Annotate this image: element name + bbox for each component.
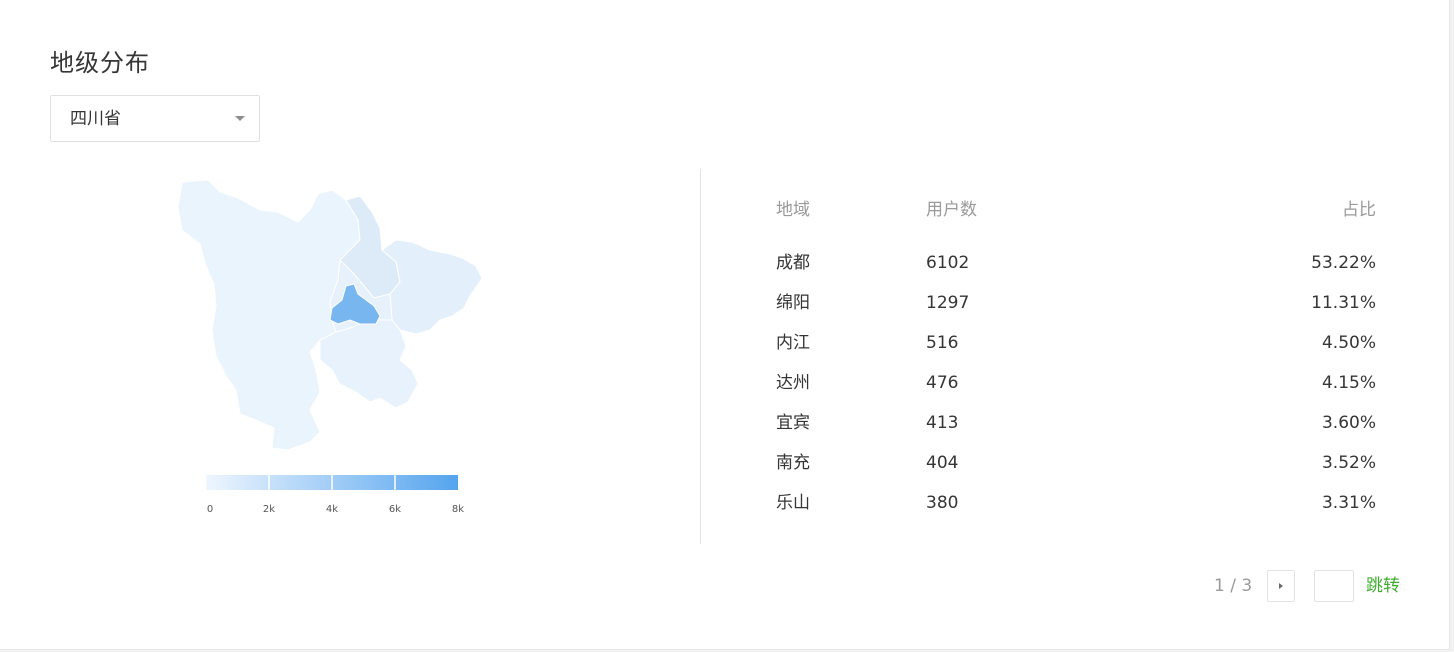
cell-region: 内江 bbox=[776, 333, 810, 353]
cell-pct: 11.31% bbox=[1311, 293, 1376, 313]
header-users: 用户数 bbox=[926, 200, 977, 220]
cell-region: 达州 bbox=[776, 373, 810, 393]
vertical-divider bbox=[700, 169, 701, 544]
cell-region: 南充 bbox=[776, 453, 810, 473]
jump-link[interactable]: 跳转 bbox=[1366, 574, 1400, 598]
pagination: 1 / 3 跳转 bbox=[1200, 570, 1410, 602]
legend-tick-label: 8k bbox=[452, 504, 464, 515]
map-region-southeast[interactable] bbox=[319, 319, 419, 409]
table-row: 南充 404 3.52% bbox=[776, 451, 1376, 491]
header-pct: 占比 bbox=[1342, 200, 1376, 220]
next-page-button[interactable] bbox=[1267, 570, 1295, 602]
cell-region: 绵阳 bbox=[776, 293, 810, 313]
province-map-svg bbox=[177, 179, 483, 451]
cell-pct: 4.50% bbox=[1321, 333, 1376, 353]
table-row: 宜宾 413 3.60% bbox=[776, 411, 1376, 451]
table-row: 绵阳 1297 11.31% bbox=[776, 291, 1376, 331]
table-body: 成都 6102 53.22% 绵阳 1297 11.31% 内江 516 4.5… bbox=[776, 251, 1376, 531]
cell-pct: 53.22% bbox=[1311, 253, 1376, 273]
page-indicator: 1 / 3 bbox=[1214, 576, 1253, 596]
map-legend: 0 2k 4k 6k 8k bbox=[200, 470, 470, 520]
cell-region: 宜宾 bbox=[776, 413, 810, 433]
cell-users: 380 bbox=[926, 493, 959, 513]
cell-users: 516 bbox=[926, 333, 959, 353]
legend-tick-label: 2k bbox=[263, 504, 275, 515]
cell-region: 成都 bbox=[776, 253, 810, 273]
cell-pct: 4.15% bbox=[1321, 373, 1376, 393]
cell-pct: 3.31% bbox=[1321, 493, 1376, 513]
cell-users: 476 bbox=[926, 373, 959, 393]
legend-svg: 0 2k 4k 6k 8k bbox=[206, 475, 464, 515]
header-region: 地域 bbox=[776, 200, 810, 220]
province-map bbox=[160, 170, 500, 470]
province-select-value: 四川省 bbox=[70, 109, 121, 129]
region-distribution-card: 地级分布 四川省 0 2k 4k 6k 8k 地域 用户数 占比 成都 6102… bbox=[0, 0, 1450, 650]
table-row: 乐山 380 3.31% bbox=[776, 491, 1376, 531]
legend-tick-label: 0 bbox=[207, 504, 213, 515]
cell-pct: 3.52% bbox=[1321, 453, 1376, 473]
map-region-east[interactable] bbox=[381, 239, 483, 335]
legend-tick-label: 6k bbox=[389, 504, 401, 515]
chevron-down-icon bbox=[235, 116, 245, 121]
legend-tick-label: 4k bbox=[326, 504, 338, 515]
table-header: 地域 用户数 占比 bbox=[776, 195, 1376, 220]
cell-users: 1297 bbox=[926, 293, 970, 313]
cell-users: 413 bbox=[926, 413, 959, 433]
section-title: 地级分布 bbox=[50, 49, 150, 77]
jump-page-input[interactable] bbox=[1314, 570, 1354, 602]
cell-users: 6102 bbox=[926, 253, 970, 273]
table-row: 成都 6102 53.22% bbox=[776, 251, 1376, 291]
province-select[interactable]: 四川省 bbox=[50, 95, 260, 142]
table-row: 内江 516 4.50% bbox=[776, 331, 1376, 371]
cell-users: 404 bbox=[926, 453, 959, 473]
cell-pct: 3.60% bbox=[1321, 413, 1376, 433]
caret-right-icon bbox=[1279, 583, 1283, 589]
cell-region: 乐山 bbox=[776, 493, 810, 513]
table-row: 达州 476 4.15% bbox=[776, 371, 1376, 411]
